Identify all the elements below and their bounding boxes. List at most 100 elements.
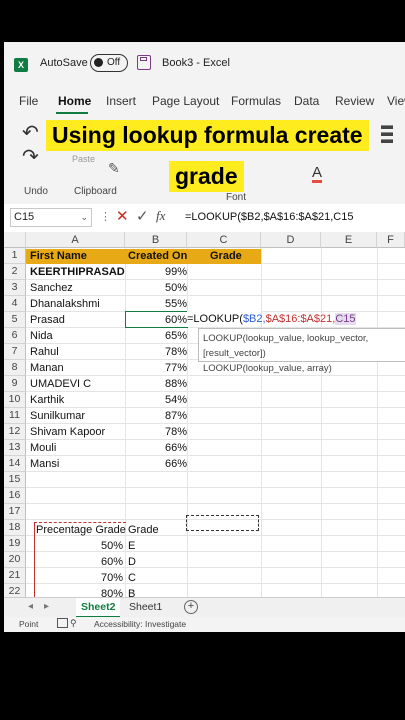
row-header[interactable]: 13 <box>4 440 26 456</box>
cell-name[interactable]: Dhanalakshmi <box>30 296 100 312</box>
row-header[interactable]: 12 <box>4 424 26 440</box>
column-header-a[interactable]: A <box>26 232 125 248</box>
enter-check-icon[interactable]: ✓ <box>136 207 149 225</box>
sheet-prev-icon[interactable]: ◂ <box>28 601 33 612</box>
ribbon-tabs: File Home Insert Page Layout Formulas Da… <box>4 88 405 114</box>
tab-formulas[interactable]: Formulas <box>231 94 281 108</box>
selection-b2 <box>125 311 188 328</box>
column-gridline <box>261 248 262 597</box>
align-lines-icon[interactable]: ▬ ▬ ▬ <box>381 119 393 145</box>
row-header[interactable]: 15 <box>4 472 26 488</box>
cell-name[interactable]: UMADEVI C <box>30 376 91 392</box>
tab-insert[interactable]: Insert <box>106 94 136 108</box>
grade-table-header-b[interactable]: Grade <box>128 522 159 538</box>
chevron-down-icon[interactable]: ⌄ <box>80 209 88 226</box>
cell-name[interactable]: Karthik <box>30 392 64 408</box>
cell-name[interactable]: Prasad <box>30 312 65 328</box>
row-header[interactable]: 19 <box>4 536 26 552</box>
format-painter-icon[interactable]: ✎ <box>108 160 120 177</box>
cell-created-on[interactable]: 88% <box>125 376 187 392</box>
cell-created-on[interactable]: 66% <box>125 456 187 472</box>
row-header[interactable]: 18 <box>4 520 26 536</box>
worksheet-grid[interactable]: A B C D E F 1 2 3 4 5 6 7 8 9 10 11 12 13 14 15 16 17 18 1… <box>4 232 405 618</box>
cell-created-on[interactable]: 77% <box>125 360 187 376</box>
row-header[interactable]: 1 <box>4 248 26 264</box>
row-header[interactable]: 4 <box>4 296 26 312</box>
tab-page-layout[interactable]: Page Layout <box>152 94 219 108</box>
row-header[interactable]: 6 <box>4 328 26 344</box>
cell-created-on[interactable]: 78% <box>125 344 187 360</box>
name-box[interactable]: C15 ⌄ <box>10 208 92 227</box>
grade-table-percent[interactable]: 60% <box>26 554 123 570</box>
cell-name[interactable]: Mansi <box>30 456 59 472</box>
header-first-name[interactable]: First Name <box>30 248 87 264</box>
tab-file[interactable]: File <box>19 94 38 108</box>
paste-label[interactable]: Paste <box>72 154 95 164</box>
autosave-toggle[interactable]: Off <box>90 54 128 72</box>
row-header[interactable]: 9 <box>4 376 26 392</box>
sheet-next-icon[interactable]: ▸ <box>44 601 49 612</box>
cell-name[interactable]: Nida <box>30 328 53 344</box>
accessibility-icon[interactable]: ⚲ <box>70 618 77 629</box>
cell-created-on[interactable]: 66% <box>125 440 187 456</box>
column-header-f[interactable]: F <box>377 232 405 248</box>
cell-name[interactable]: KEERTHIPRASAD <box>30 264 125 280</box>
cell-name[interactable]: Mouli <box>30 440 56 456</box>
row-header[interactable]: 20 <box>4 552 26 568</box>
tab-review[interactable]: Review <box>335 94 374 108</box>
grade-table-grade[interactable]: C <box>128 570 136 586</box>
cell-created-on[interactable]: 54% <box>125 392 187 408</box>
row-header[interactable]: 3 <box>4 280 26 296</box>
redo-icon[interactable]: ↷ <box>22 144 39 169</box>
column-header-b[interactable]: B <box>125 232 187 248</box>
cell-created-on[interactable]: 78% <box>125 424 187 440</box>
cell-name[interactable]: Manan <box>30 360 64 376</box>
header-created-on[interactable]: Created On <box>128 248 187 264</box>
reference-c15-dashed <box>186 515 259 531</box>
grade-table-percent[interactable]: 70% <box>26 570 123 586</box>
cancel-icon[interactable]: ✕ <box>116 207 129 225</box>
row-header[interactable]: 16 <box>4 488 26 504</box>
save-icon[interactable] <box>137 55 151 70</box>
cell-created-on[interactable]: 87% <box>125 408 187 424</box>
add-sheet-icon[interactable]: + <box>184 600 198 614</box>
row-header[interactable]: 21 <box>4 568 26 584</box>
select-all-corner[interactable] <box>4 232 26 248</box>
cell-created-on[interactable]: 65% <box>125 328 187 344</box>
column-header-c[interactable]: C <box>187 232 261 248</box>
row-header[interactable]: 5 <box>4 312 26 328</box>
cell-name[interactable]: Rahul <box>30 344 59 360</box>
editing-cell-c2[interactable]: =LOOKUP($B2,$A$16:$A$21,C15 <box>187 311 356 327</box>
row-header[interactable]: 8 <box>4 360 26 376</box>
cell-name[interactable]: Sunilkumar <box>30 408 85 424</box>
grade-table-grade[interactable]: D <box>128 554 136 570</box>
row-header[interactable]: 17 <box>4 504 26 520</box>
header-grade[interactable]: Grade <box>210 248 242 264</box>
more-options-icon[interactable]: ⋮ <box>100 210 111 223</box>
accessibility-status[interactable]: Accessibility: Investigate <box>94 619 186 629</box>
cell-created-on[interactable]: 55% <box>125 296 187 312</box>
sheet-tab-sheet1[interactable]: Sheet1 <box>124 598 167 616</box>
cell-name[interactable]: Sanchez <box>30 280 73 296</box>
sheet-tab-sheet2[interactable]: Sheet2 <box>76 598 121 618</box>
insert-function-icon[interactable]: fx <box>156 208 165 224</box>
row-header[interactable]: 7 <box>4 344 26 360</box>
cell-created-on[interactable]: 99% <box>125 264 187 280</box>
tab-data[interactable]: Data <box>294 94 319 108</box>
grade-table-grade[interactable]: E <box>128 538 135 554</box>
tab-home[interactable]: Home <box>58 94 91 108</box>
formula-input[interactable]: =LOOKUP($B2,$A$16:$A$21,C15 <box>185 211 353 223</box>
cell-name[interactable]: Shivam Kapoor <box>30 424 105 440</box>
column-header-d[interactable]: D <box>261 232 321 248</box>
cell-created-on[interactable]: 50% <box>125 280 187 296</box>
sheet-tab-bar: ◂ ▸ Sheet2 Sheet1 + <box>4 597 405 618</box>
column-header-e[interactable]: E <box>321 232 377 248</box>
row-header[interactable]: 14 <box>4 456 26 472</box>
row-header[interactable]: 10 <box>4 392 26 408</box>
tab-view[interactable]: View <box>387 94 405 108</box>
row-header[interactable]: 2 <box>4 264 26 280</box>
row-header[interactable]: 11 <box>4 408 26 424</box>
undo-icon[interactable]: ↶ <box>22 120 39 145</box>
grade-table-percent[interactable]: 50% <box>26 538 123 554</box>
font-color-icon[interactable]: A <box>312 165 323 183</box>
